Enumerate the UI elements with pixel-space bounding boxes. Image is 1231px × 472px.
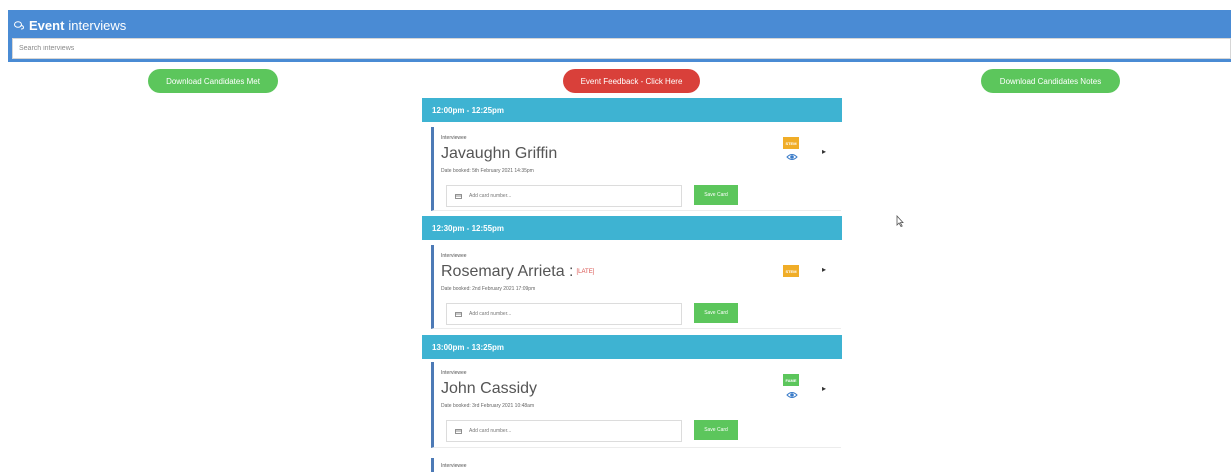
date-booked: Date booked: 2nd February 2021 17:09pm <box>441 286 536 292</box>
page-title-bold: Event <box>29 17 65 33</box>
page-title-rest: interviews <box>68 17 127 33</box>
download-candidates-notes-button[interactable]: Download Candidates Notes <box>981 69 1120 93</box>
category-badge: STEM <box>783 137 799 149</box>
card-icon <box>455 193 462 199</box>
mouse-pointer-icon <box>896 214 904 232</box>
candidate-name-text[interactable]: John Cassidy <box>441 380 537 397</box>
date-booked: Date booked: 5th February 2021 14:35pm <box>441 168 534 174</box>
candidate-name[interactable]: Rosemary Arrieta : [LATE] <box>441 263 594 281</box>
candidate-name-text[interactable]: Javaughn Griffin <box>441 145 557 162</box>
eye-icon[interactable] <box>786 391 798 399</box>
card-number-input[interactable] <box>467 192 681 200</box>
page-header: Event interviews <box>8 10 1231 62</box>
save-card-button[interactable]: Save Card <box>694 420 738 440</box>
download-candidates-met-button[interactable]: Download Candidates Met <box>148 69 278 93</box>
category-badge: STEM <box>783 265 799 277</box>
category-badge: FAME <box>783 374 799 386</box>
role-label: Interviewee <box>441 135 467 141</box>
save-card-button[interactable]: Save Card <box>694 185 738 205</box>
time-slot-header: 12:30pm - 12:55pm <box>422 216 842 240</box>
card-icon <box>455 311 462 317</box>
card-number-field[interactable] <box>446 303 682 325</box>
candidate-name[interactable]: John Cassidy <box>441 380 537 398</box>
chevron-right-icon[interactable]: ▸ <box>822 384 826 393</box>
time-slot-header: 13:00pm - 13:25pm <box>422 335 842 359</box>
chevron-right-icon[interactable]: ▸ <box>822 265 826 274</box>
interview-card: Interviewee <box>431 458 841 472</box>
card-number-field[interactable] <box>446 185 682 207</box>
interview-card: Interviewee Javaughn Griffin Date booked… <box>431 127 841 211</box>
role-label: Interviewee <box>441 253 467 259</box>
card-number-input[interactable] <box>467 310 681 318</box>
save-card-button[interactable]: Save Card <box>694 303 738 323</box>
role-label: Interviewee <box>441 463 467 469</box>
card-icon <box>455 428 462 434</box>
chevron-right-icon[interactable]: ▸ <box>822 147 826 156</box>
interview-card: Interviewee Rosemary Arrieta : [LATE] Dat… <box>431 245 841 329</box>
chat-bubbles-icon <box>14 20 24 30</box>
interview-card: Interviewee John Cassidy Date booked: 3r… <box>431 362 841 448</box>
candidate-name-text[interactable]: Rosemary Arrieta : <box>441 263 573 280</box>
card-number-field[interactable] <box>446 420 682 442</box>
eye-icon[interactable] <box>786 153 798 161</box>
role-label: Interviewee <box>441 370 467 376</box>
late-tag: [LATE] <box>576 268 595 275</box>
event-feedback-button[interactable]: Event Feedback - Click Here <box>563 69 700 93</box>
card-number-input[interactable] <box>467 427 681 435</box>
candidate-name[interactable]: Javaughn Griffin <box>441 145 557 163</box>
time-slot-header: 12:00pm - 12:25pm <box>422 98 842 122</box>
search-input[interactable] <box>12 38 1231 59</box>
date-booked: Date booked: 3rd February 2021 10:48am <box>441 403 535 409</box>
page-title: Event interviews <box>14 16 126 34</box>
